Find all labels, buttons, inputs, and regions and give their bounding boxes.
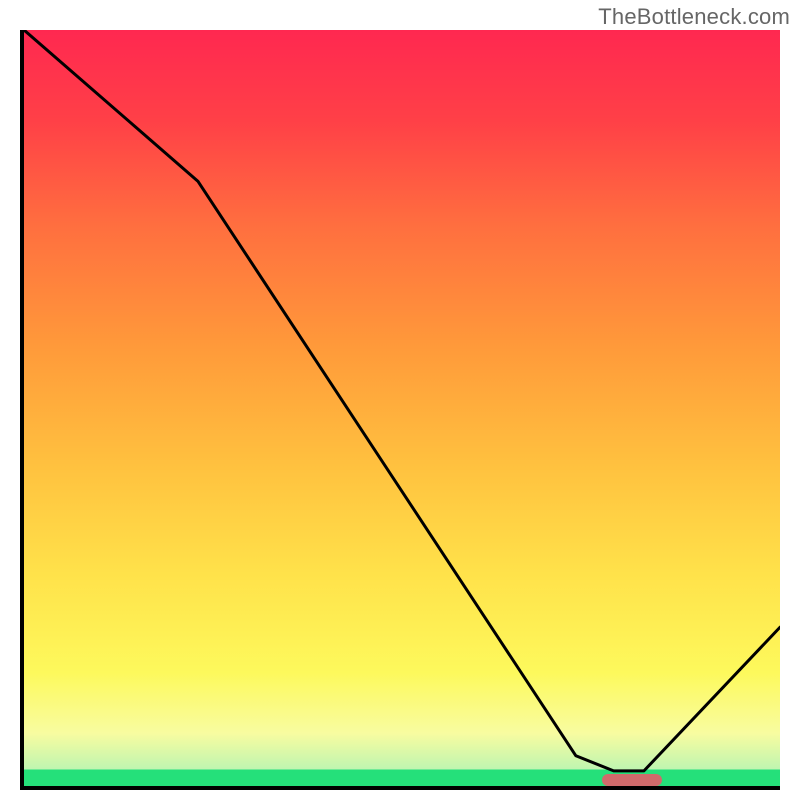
- bottleneck-curve: [24, 30, 780, 786]
- optimal-marker: [602, 774, 663, 786]
- chart-area: [20, 30, 780, 790]
- attribution-text: TheBottleneck.com: [598, 4, 790, 30]
